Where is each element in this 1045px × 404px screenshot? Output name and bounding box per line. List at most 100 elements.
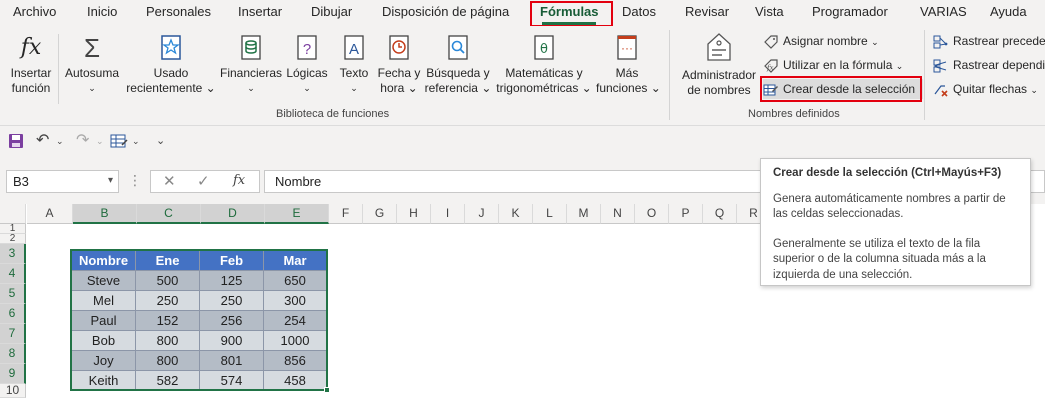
- tab-vista[interactable]: Vista: [755, 4, 784, 19]
- table-header-cell[interactable]: Nombre: [72, 251, 136, 271]
- tab-dibujar[interactable]: Dibujar: [311, 4, 352, 19]
- tab-varias[interactable]: VARIAS: [920, 4, 967, 19]
- column-header[interactable]: N: [601, 204, 635, 224]
- tab-programador[interactable]: Programador: [812, 4, 888, 19]
- row-header[interactable]: 4: [0, 264, 26, 284]
- chevron-down-icon[interactable]: ⌄: [56, 136, 64, 147]
- text-functions-button[interactable]: A Texto ⌄: [334, 34, 374, 96]
- math-button[interactable]: θ Matemáticas y trigonométricas ⌄: [494, 34, 594, 96]
- column-header[interactable]: F: [329, 204, 363, 224]
- cancel-icon[interactable]: ✕: [163, 172, 176, 190]
- row-header[interactable]: 3: [0, 244, 26, 264]
- table-format-icon[interactable]: [110, 133, 128, 152]
- row-header[interactable]: 10: [0, 384, 26, 398]
- name-box[interactable]: B3 ▾: [6, 170, 119, 193]
- row-header[interactable]: 8: [0, 344, 26, 364]
- column-header[interactable]: I: [431, 204, 465, 224]
- save-icon[interactable]: [8, 133, 24, 152]
- table-cell[interactable]: 900: [200, 331, 264, 351]
- table-cell[interactable]: 250: [200, 291, 264, 311]
- tab-formulas[interactable]: Fórmulas: [540, 4, 599, 19]
- table-header-cell[interactable]: Feb: [200, 251, 264, 271]
- text-label: Texto: [339, 66, 369, 80]
- datetime-button[interactable]: Fecha y hora ⌄: [376, 34, 422, 96]
- table-cell[interactable]: Mel: [72, 291, 136, 311]
- tab-personales[interactable]: Personales: [146, 4, 211, 19]
- row-header[interactable]: 5: [0, 284, 26, 304]
- financial-button[interactable]: Financieras ⌄: [218, 34, 284, 96]
- redo-icon[interactable]: ↷: [76, 130, 89, 150]
- chevron-down-icon[interactable]: ⌄: [132, 136, 140, 147]
- tab-archivo[interactable]: Archivo: [13, 4, 56, 19]
- column-header[interactable]: K: [499, 204, 533, 224]
- column-header[interactable]: G: [363, 204, 397, 224]
- table-cell[interactable]: 125: [200, 271, 264, 291]
- column-header[interactable]: M: [567, 204, 601, 224]
- tab-ayuda[interactable]: Ayuda: [990, 4, 1027, 19]
- use-in-formula-button[interactable]: fx Utilizar en la fórmula ⌄: [763, 55, 903, 75]
- chevron-down-icon[interactable]: ⌄: [96, 136, 104, 147]
- column-header[interactable]: B: [73, 204, 137, 224]
- tab-datos[interactable]: Datos: [622, 4, 656, 19]
- column-header[interactable]: D: [201, 204, 265, 224]
- enter-icon[interactable]: ✓: [197, 172, 210, 190]
- tab-disposicion[interactable]: Disposición de página: [382, 4, 509, 19]
- column-header[interactable]: O: [635, 204, 669, 224]
- tab-revisar[interactable]: Revisar: [685, 4, 729, 19]
- table-cell[interactable]: 800: [136, 331, 200, 351]
- table-cell[interactable]: Steve: [72, 271, 136, 291]
- name-manager-button[interactable]: Administrador de nombres: [678, 32, 760, 98]
- table-cell[interactable]: 152: [136, 311, 200, 331]
- row-header[interactable]: 9: [0, 364, 26, 384]
- undo-icon[interactable]: ↶: [36, 130, 49, 150]
- row-header[interactable]: 2: [0, 234, 26, 244]
- table-cell[interactable]: 500: [136, 271, 200, 291]
- column-header[interactable]: J: [465, 204, 499, 224]
- table-cell[interactable]: 300: [264, 291, 327, 311]
- insert-function-button[interactable]: fx Insertar función: [6, 34, 56, 96]
- table-cell[interactable]: 574: [200, 371, 264, 391]
- chevron-down-icon[interactable]: ▾: [108, 175, 113, 186]
- column-header[interactable]: Q: [703, 204, 737, 224]
- trace-dependents-button[interactable]: Rastrear dependie: [933, 55, 1045, 75]
- logical-button[interactable]: ? Lógicas ⌄: [284, 34, 330, 96]
- fill-handle[interactable]: [324, 387, 330, 393]
- recent-functions-button[interactable]: Usado recientemente ⌄: [126, 34, 216, 96]
- table-cell[interactable]: Bob: [72, 331, 136, 351]
- autosum-button[interactable]: Σ Autosuma ⌄: [62, 34, 122, 96]
- create-from-selection-button[interactable]: Crear desde la selección: [763, 79, 924, 99]
- trace-precedents-button[interactable]: Rastrear preceder: [933, 31, 1045, 51]
- column-header[interactable]: H: [397, 204, 431, 224]
- table-cell[interactable]: 856: [264, 351, 327, 371]
- insert-function-fx-icon[interactable]: fx: [233, 173, 245, 188]
- column-header[interactable]: L: [533, 204, 567, 224]
- table-cell[interactable]: 1000: [264, 331, 327, 351]
- table-cell[interactable]: Paul: [72, 311, 136, 331]
- tab-inicio[interactable]: Inicio: [87, 4, 117, 19]
- table-cell[interactable]: 650: [264, 271, 327, 291]
- table-cell[interactable]: 256: [200, 311, 264, 331]
- more-functions-button[interactable]: ··· Más funciones ⌄: [596, 34, 661, 96]
- select-all-corner[interactable]: [0, 204, 26, 224]
- remove-arrows-button[interactable]: Quitar flechas ⌄: [933, 79, 1038, 99]
- lookup-button[interactable]: Búsqueda y referencia ⌄: [424, 34, 492, 96]
- column-header[interactable]: C: [137, 204, 201, 224]
- table-cell[interactable]: 458: [264, 371, 327, 391]
- table-cell[interactable]: Joy: [72, 351, 136, 371]
- tab-insertar[interactable]: Insertar: [238, 4, 282, 19]
- column-header[interactable]: P: [669, 204, 703, 224]
- table-cell[interactable]: Keith: [72, 371, 136, 391]
- table-cell[interactable]: 254: [264, 311, 327, 331]
- table-header-cell[interactable]: Ene: [136, 251, 200, 271]
- row-header[interactable]: 6: [0, 304, 26, 324]
- row-header[interactable]: 7: [0, 324, 26, 344]
- table-cell[interactable]: 582: [136, 371, 200, 391]
- column-header[interactable]: E: [265, 204, 329, 224]
- table-cell[interactable]: 250: [136, 291, 200, 311]
- define-name-button[interactable]: Asignar nombre ⌄: [763, 31, 879, 51]
- table-cell[interactable]: 800: [136, 351, 200, 371]
- column-header[interactable]: A: [27, 204, 73, 224]
- customize-qat-icon[interactable]: ⌄: [156, 134, 165, 147]
- table-cell[interactable]: 801: [200, 351, 264, 371]
- table-header-cell[interactable]: Mar: [264, 251, 327, 271]
